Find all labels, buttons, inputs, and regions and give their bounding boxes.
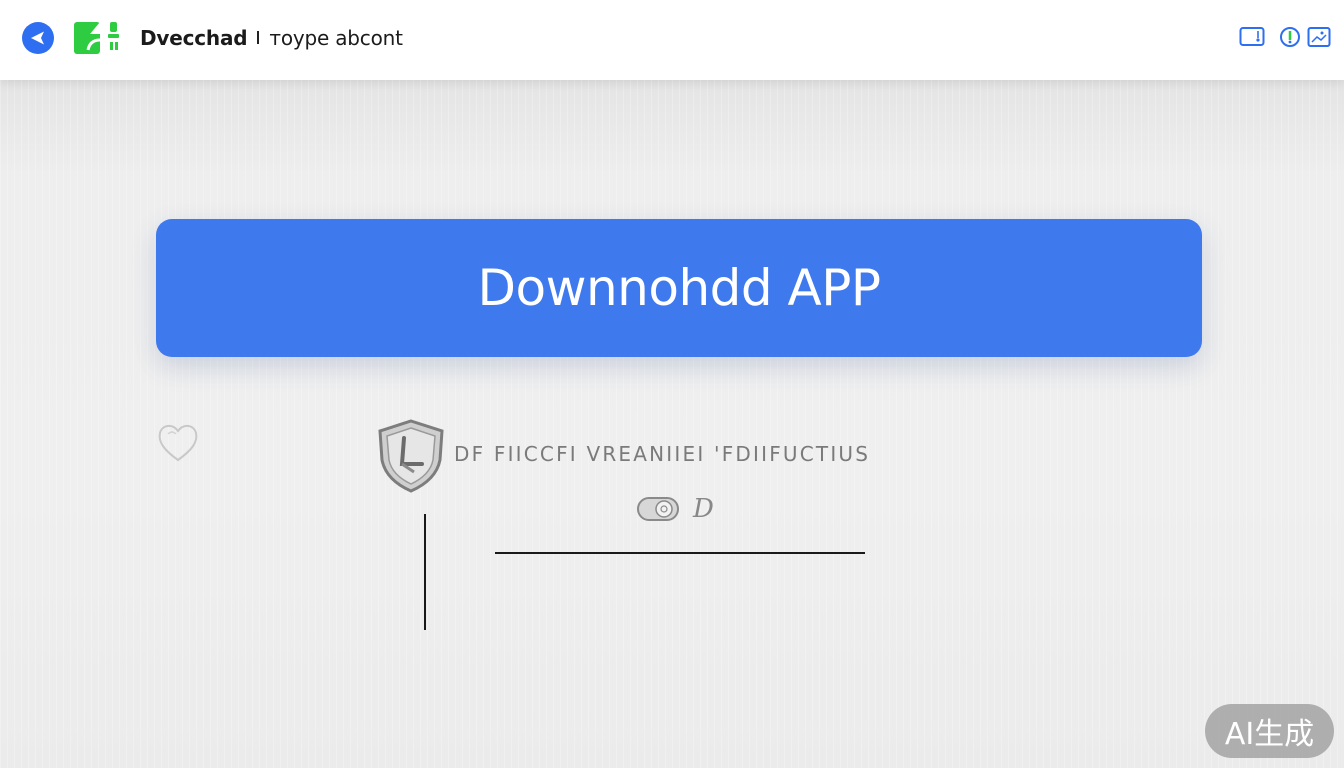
ai-generated-watermark: AI生成 (1205, 704, 1334, 758)
text-input[interactable] (495, 520, 865, 554)
page-subtitle: ᴛoype abcont (269, 26, 403, 50)
text-cursor (424, 514, 426, 630)
download-app-button[interactable]: Downnohdd APP (156, 219, 1202, 357)
title-separator (257, 31, 260, 44)
app-name: Dvecchad (140, 26, 248, 50)
back-arrow-icon (31, 31, 44, 45)
heart-icon (158, 425, 198, 462)
toggle-switch[interactable] (637, 497, 679, 521)
image-frame-icon[interactable] (1307, 26, 1331, 48)
back-button[interactable] (22, 22, 54, 54)
security-description: DF FIICCFI VREANIIEI 'FDIIFUCTIUS (454, 442, 871, 466)
header-bar: Dvecchad ᴛoype abcont (0, 0, 1344, 80)
app-logo-icon (74, 22, 119, 54)
shield-badge-icon[interactable] (1279, 26, 1301, 48)
tablet-icon[interactable] (1239, 26, 1265, 48)
shield-check-icon (378, 419, 444, 493)
page-title: Dvecchad ᴛoype abcont (140, 26, 403, 50)
download-button-label: Downnohdd APP (477, 259, 881, 317)
